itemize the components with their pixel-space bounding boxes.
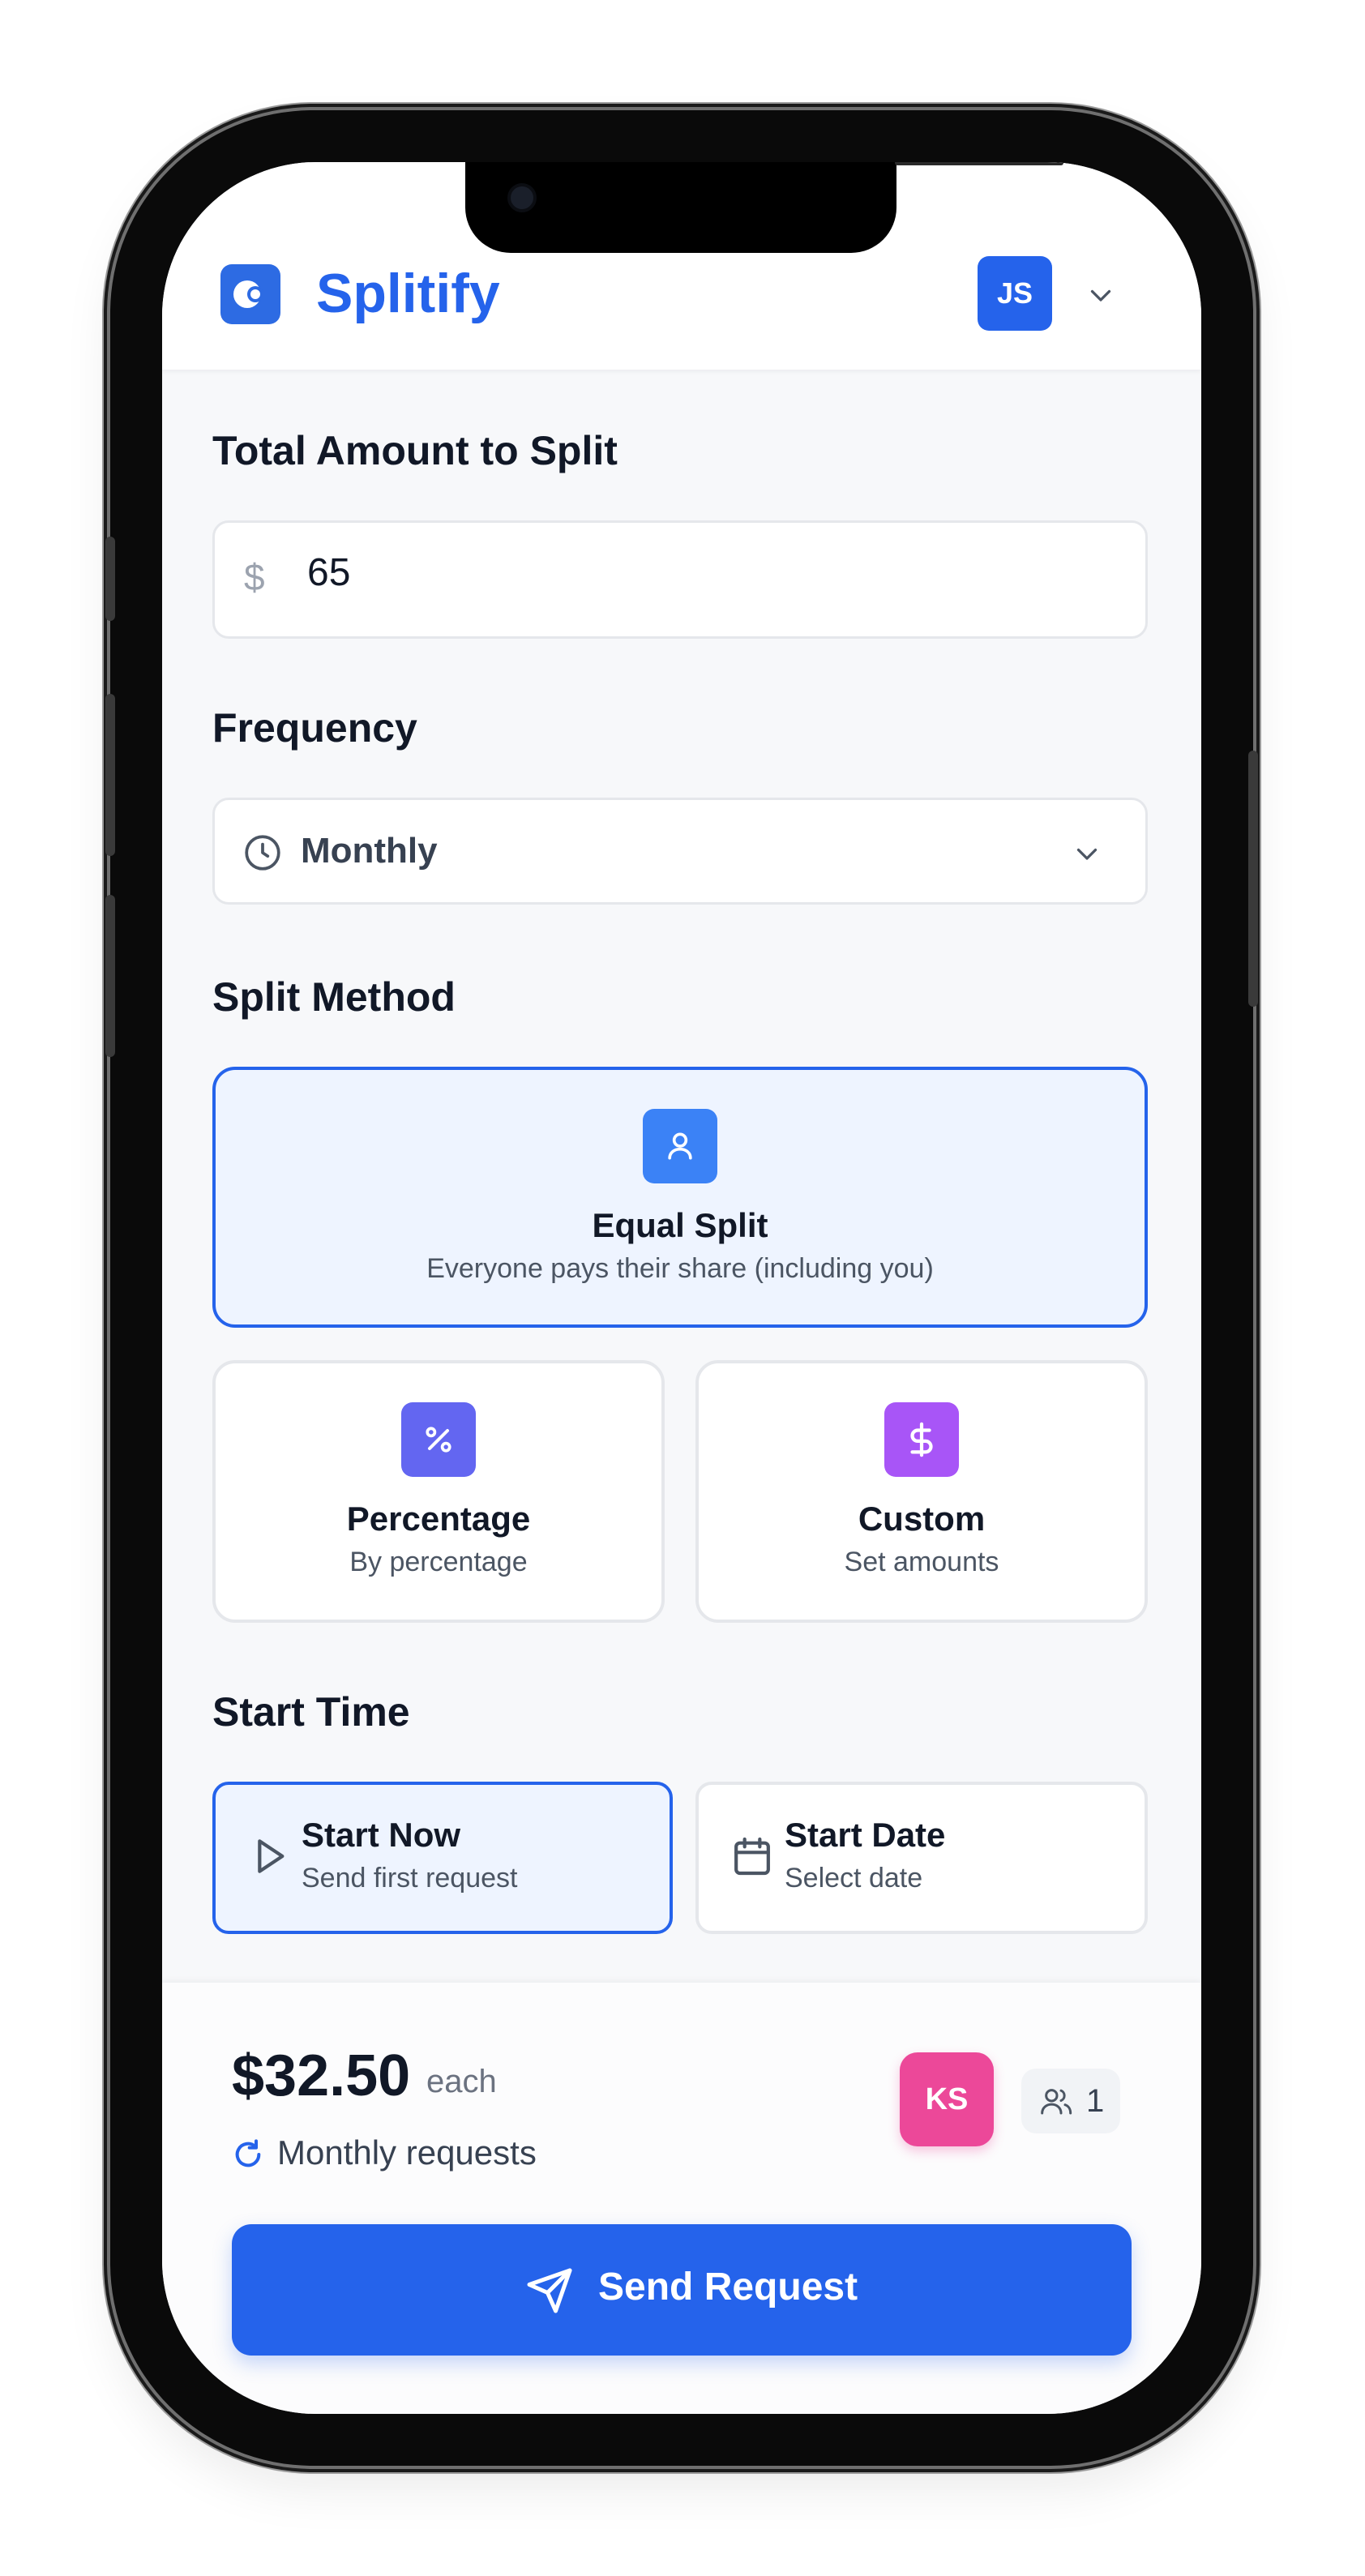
frequency-select[interactable]: Monthly bbox=[212, 798, 1148, 905]
split-option-custom[interactable]: Custom Set amounts bbox=[695, 1360, 1148, 1623]
send-request-button[interactable]: Send Request bbox=[232, 2224, 1132, 2356]
side-button-mute bbox=[105, 537, 115, 621]
dollar-icon bbox=[884, 1402, 959, 1477]
start-option-title: Start Date bbox=[785, 1816, 946, 1854]
user-icon bbox=[643, 1109, 717, 1183]
logo-icon bbox=[220, 264, 280, 324]
frequency-label: Frequency bbox=[212, 705, 417, 751]
split-option-equal[interactable]: Equal Split Everyone pays their share (i… bbox=[212, 1067, 1148, 1328]
split-option-subtitle: By percentage bbox=[349, 1547, 528, 1577]
start-now-option[interactable]: Start Now Send first request bbox=[212, 1782, 673, 1934]
per-person-label: each bbox=[426, 2064, 497, 2099]
per-person-amount: $32.50 bbox=[232, 2043, 411, 2108]
send-request-label: Send Request bbox=[598, 2266, 858, 2309]
chevron-down-icon[interactable] bbox=[1086, 280, 1115, 310]
brand-name: Splitify bbox=[316, 263, 500, 324]
amount-label: Total Amount to Split bbox=[212, 428, 618, 473]
app-screen: Splitify JS Total Amount to Split $ Freq… bbox=[162, 162, 1201, 2414]
repeat-icon bbox=[235, 2139, 261, 2167]
start-option-title: Start Now bbox=[302, 1816, 461, 1854]
split-option-subtitle: Set amounts bbox=[844, 1547, 999, 1577]
split-method-label: Split Method bbox=[212, 974, 456, 1020]
members-chip[interactable]: 1 bbox=[1021, 2069, 1120, 2133]
split-option-percentage[interactable]: Percentage By percentage bbox=[212, 1360, 665, 1623]
phone-frame: Splitify JS Total Amount to Split $ Freq… bbox=[105, 110, 1258, 2466]
notch bbox=[465, 162, 1063, 253]
amount-field[interactable]: $ bbox=[212, 520, 1148, 639]
split-option-title: Custom bbox=[858, 1500, 986, 1538]
participant-avatar[interactable]: KS bbox=[900, 2052, 994, 2146]
member-count: 1 bbox=[1086, 2083, 1105, 2119]
start-option-subtitle: Select date bbox=[785, 1863, 923, 1893]
summary-panel: $32.50 each Monthly requests KS 1 Send R… bbox=[162, 1983, 1201, 2414]
play-icon bbox=[258, 1839, 285, 1873]
frequency-value: Monthly bbox=[301, 831, 438, 871]
chevron-down-icon bbox=[1076, 848, 1098, 860]
split-option-title: Percentage bbox=[346, 1500, 531, 1538]
start-time-label: Start Time bbox=[212, 1689, 410, 1735]
send-icon bbox=[527, 2268, 572, 2313]
user-avatar[interactable]: JS bbox=[978, 256, 1052, 331]
side-button-volume-down bbox=[105, 895, 115, 1057]
dollar-icon: $ bbox=[244, 556, 265, 598]
recurrence-text: Monthly requests bbox=[277, 2133, 537, 2172]
front-camera bbox=[507, 183, 537, 212]
users-icon bbox=[1041, 2089, 1072, 2115]
calendar-icon bbox=[734, 1837, 770, 1876]
split-option-subtitle: Everyone pays their share (including you… bbox=[426, 1253, 934, 1284]
clock-icon bbox=[245, 835, 280, 871]
start-option-subtitle: Send first request bbox=[302, 1863, 518, 1893]
split-option-title: Equal Split bbox=[592, 1206, 768, 1244]
amount-input[interactable] bbox=[307, 550, 1037, 595]
percent-icon bbox=[401, 1402, 476, 1477]
start-date-option[interactable]: Start Date Select date bbox=[695, 1782, 1148, 1934]
side-button-volume-up bbox=[105, 694, 115, 856]
speaker bbox=[895, 162, 1063, 165]
side-button-power bbox=[1248, 751, 1258, 1007]
